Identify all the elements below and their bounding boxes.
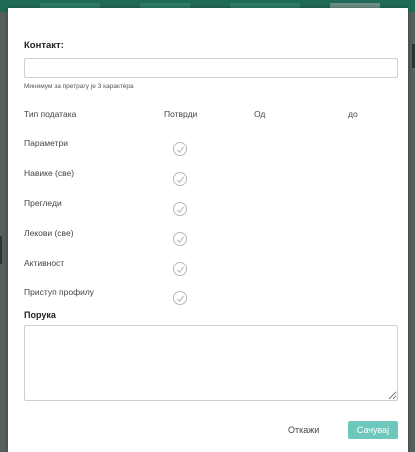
check-icon — [176, 206, 185, 214]
permission-label: Активност — [24, 258, 65, 268]
permission-row: Навике (све) — [8, 168, 408, 196]
column-header-type: Тип података — [24, 109, 77, 119]
confirm-checkbox[interactable] — [173, 142, 187, 156]
column-header-from: Од — [254, 109, 266, 119]
search-hint: Минимум за претрагу је 3 карактера — [24, 83, 134, 90]
confirm-checkbox[interactable] — [173, 262, 187, 276]
permission-label: Параметри — [24, 138, 68, 148]
check-icon — [176, 266, 185, 274]
permission-row: Прегледи — [8, 198, 408, 226]
check-icon — [176, 176, 185, 184]
cancel-button[interactable]: Откажи — [288, 421, 319, 439]
confirm-checkbox[interactable] — [173, 291, 187, 305]
background-left-edge — [0, 12, 8, 452]
background-right-edge — [408, 12, 415, 452]
confirm-checkbox[interactable] — [173, 172, 187, 186]
message-textarea[interactable] — [24, 325, 398, 401]
permission-label: Лекови (све) — [24, 228, 74, 238]
check-icon — [176, 295, 185, 303]
permission-label: Навике (све) — [24, 168, 75, 178]
confirm-checkbox[interactable] — [173, 232, 187, 246]
confirm-checkbox[interactable] — [173, 202, 187, 216]
background-marker — [0, 236, 2, 264]
permission-row: Параметри — [8, 138, 408, 166]
data-access-dialog: Контакт: Минимум за претрагу је 3 каракт… — [8, 8, 408, 452]
contact-search-input[interactable] — [24, 58, 398, 78]
check-icon — [176, 236, 185, 244]
permission-row: Приступ профилу — [8, 287, 408, 315]
permission-label: Прегледи — [24, 198, 62, 208]
contact-label: Контакт: — [24, 40, 64, 51]
permission-row: Активност — [8, 258, 408, 286]
permission-label: Приступ профилу — [24, 287, 95, 297]
save-button[interactable]: Сачувај — [348, 421, 398, 439]
permission-row: Лекови (све) — [8, 228, 408, 256]
message-label: Порука — [24, 310, 56, 320]
check-icon — [176, 146, 185, 154]
column-header-confirm: Потврди — [164, 109, 198, 119]
column-header-to: до — [348, 109, 358, 119]
